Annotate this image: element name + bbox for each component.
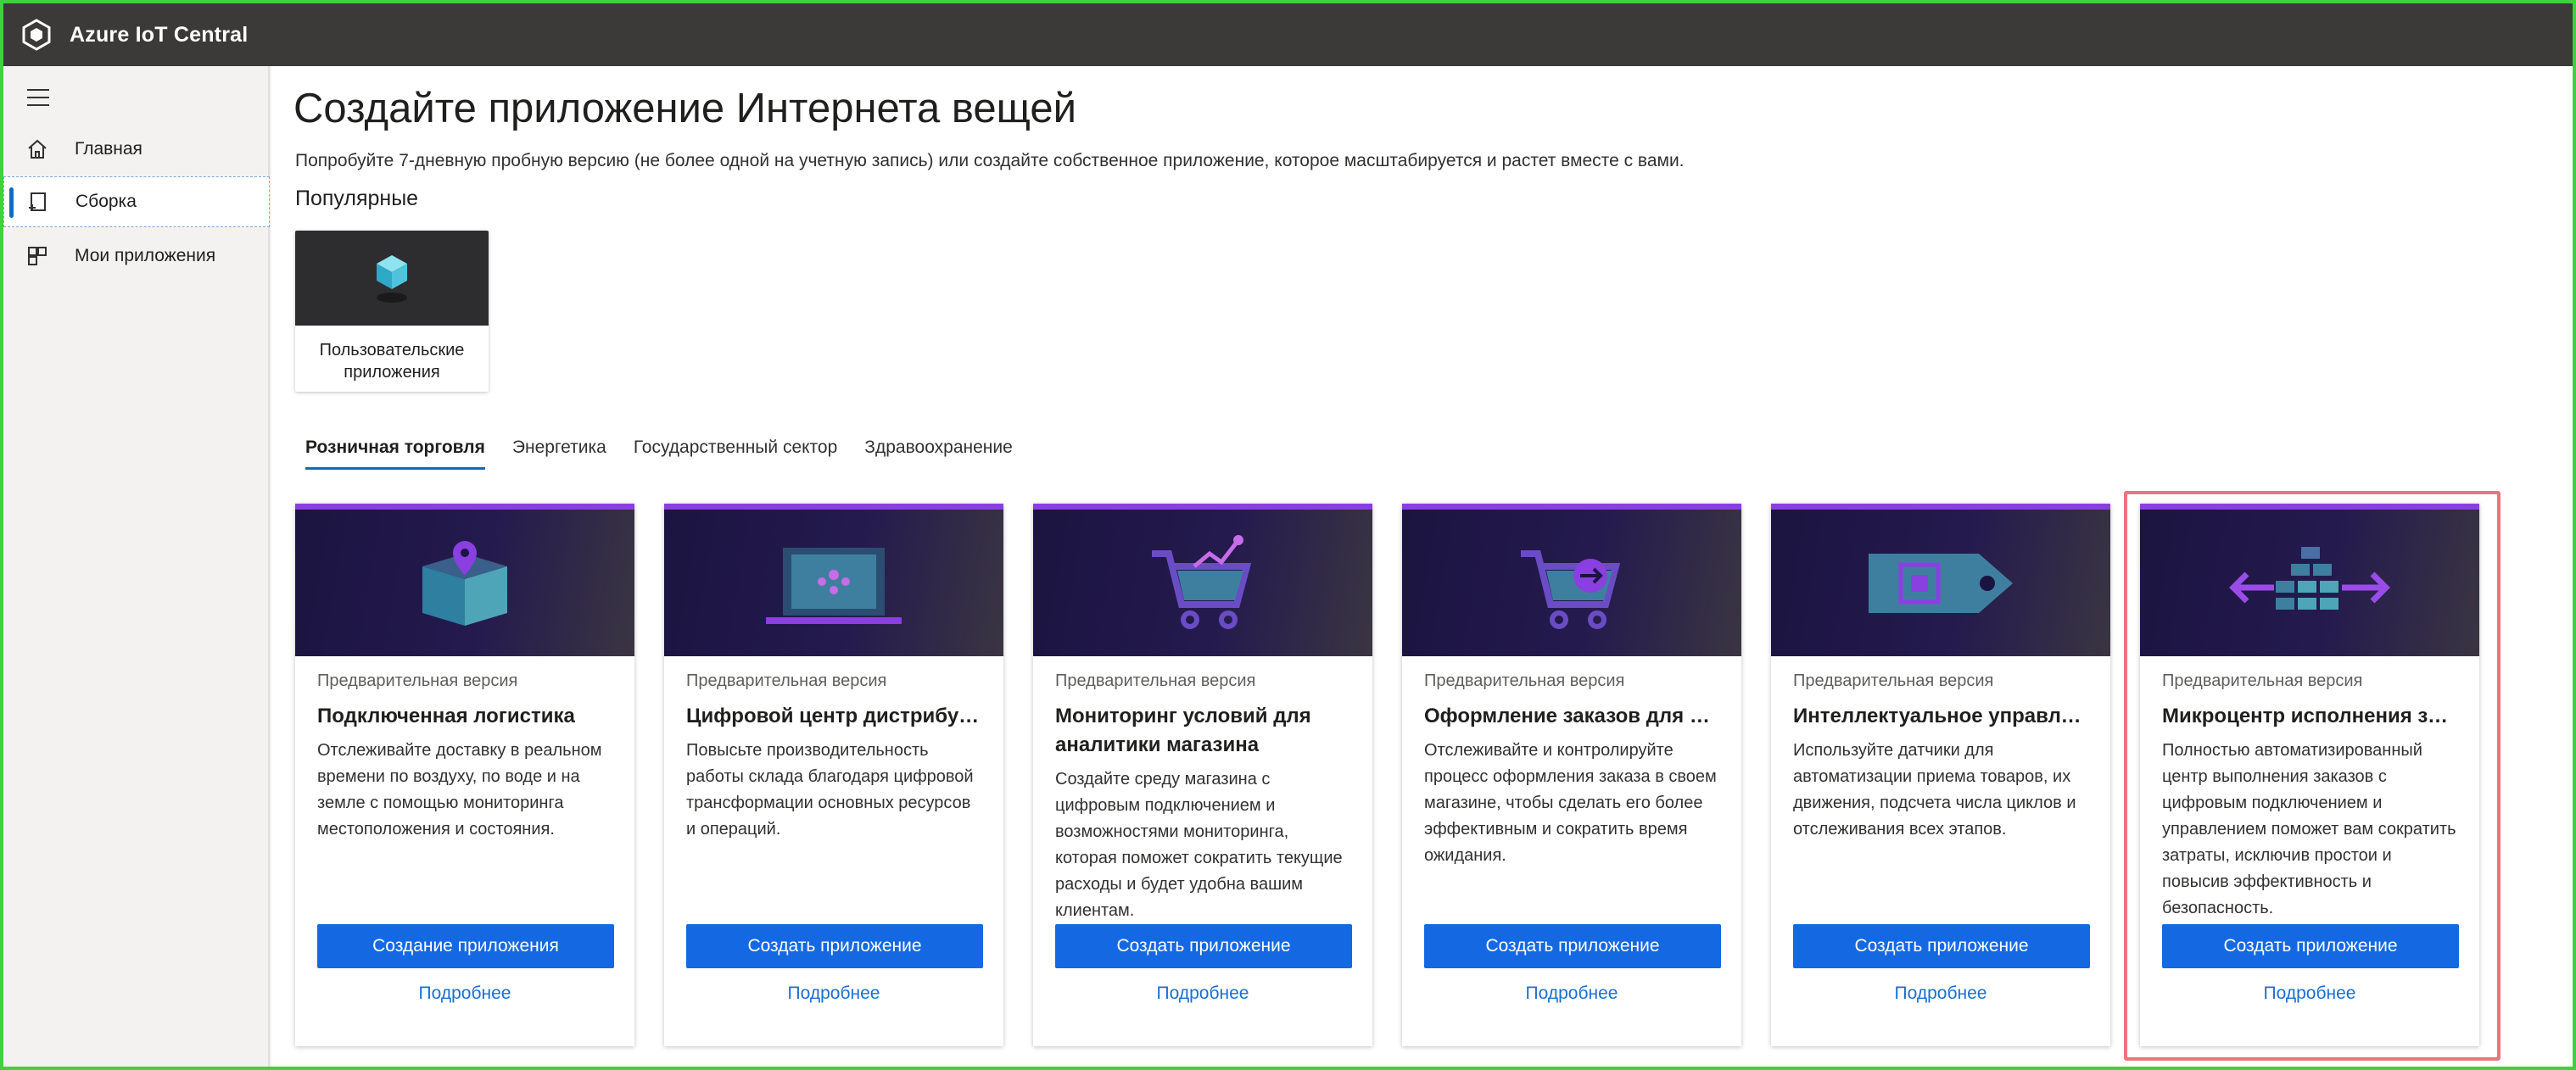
page-title: Создайте приложение Интернета вещей — [293, 86, 1077, 131]
tab-healthcare[interactable]: Здравоохранение — [864, 437, 1012, 470]
template-card-smart-inventory: Предварительная версия Интеллектуальное … — [1771, 504, 2110, 1046]
card-description: Создайте среду магазина с цифровым подкл… — [1055, 770, 1343, 920]
shopping-cart-chart-icon — [1033, 504, 1372, 656]
card-title: Интеллектуальное управлен... — [1793, 705, 2090, 727]
template-card-store-analytics: Предварительная версия Мониторинг услови… — [1033, 504, 1372, 1046]
learn-more-link[interactable]: Подробнее — [1402, 984, 1741, 1004]
home-icon — [24, 136, 51, 163]
preview-badge: Предварительная версия — [2162, 672, 2363, 690]
iot-central-logo-icon[interactable] — [19, 17, 54, 53]
learn-more-link[interactable]: Подробнее — [295, 984, 634, 1004]
card-description: Повысьте производительность работы склад… — [686, 741, 974, 839]
main-content: Создайте приложение Интернета вещей Попр… — [271, 66, 2573, 1067]
card-title: Микроцентр исполнения зак... — [2162, 705, 2459, 727]
card-description: Используйте датчики для автоматизации пр… — [1793, 741, 2076, 839]
template-card-micro-fulfillment: Предварительная версия Микроцентр исполн… — [2140, 504, 2479, 1046]
create-app-button[interactable]: Создать приложение — [686, 924, 983, 968]
create-app-button[interactable]: Создать приложение — [1424, 924, 1721, 968]
card-title: Цифровой центр дистрибуции — [686, 705, 983, 727]
apps-icon — [24, 242, 51, 270]
page-subtitle: Попробуйте 7-дневную пробную версию (не … — [295, 151, 1685, 170]
preview-badge: Предварительная версия — [1424, 672, 1625, 690]
custom-app-card[interactable]: Пользовательские приложения — [295, 231, 489, 392]
learn-more-link[interactable]: Подробнее — [664, 984, 1003, 1004]
sidebar-item-label: Мои приложения — [75, 246, 216, 265]
card-description: Отслеживайте доставку в реальном времени… — [317, 741, 602, 839]
fulfillment-arrows-icon — [2140, 504, 2479, 656]
card-title: Мониторинг условий для аналитики магазин… — [1055, 705, 1311, 756]
preview-badge: Предварительная версия — [686, 672, 887, 690]
shopping-cart-arrow-icon — [1402, 504, 1741, 656]
popular-heading: Популярные — [295, 187, 419, 210]
rfid-tag-icon — [1771, 504, 2110, 656]
card-description: Полностью автоматизированный центр выпол… — [2162, 741, 2456, 917]
hamburger-menu-icon[interactable] — [24, 85, 53, 110]
preview-badge: Предварительная версия — [1793, 672, 1994, 690]
preview-badge: Предварительная версия — [317, 672, 518, 690]
template-card-connected-logistics: Предварительная версия Подключенная логи… — [295, 504, 634, 1046]
app-window: Azure IoT Central Главная Сборка Мои при… — [0, 0, 2576, 1070]
cube-icon — [295, 231, 489, 326]
card-title: Оформление заказов для ан... — [1424, 705, 1721, 727]
create-app-button[interactable]: Создать приложение — [1055, 924, 1352, 968]
tab-retail[interactable]: Розничная торговля — [305, 437, 485, 470]
create-app-button[interactable]: Создать приложение — [2162, 924, 2459, 968]
sidebar-item-home[interactable]: Главная — [3, 124, 270, 175]
tab-energy[interactable]: Энергетика — [512, 437, 606, 470]
preview-badge: Предварительная версия — [1055, 672, 1256, 690]
sidebar: Главная Сборка Мои приложения — [3, 66, 270, 1067]
template-card-checkout: Предварительная версия Оформление заказо… — [1402, 504, 1741, 1046]
learn-more-link[interactable]: Подробнее — [2140, 984, 2479, 1004]
laptop-icon — [664, 504, 1003, 656]
sidebar-item-my-apps[interactable]: Мои приложения — [3, 231, 270, 281]
sidebar-item-build[interactable]: Сборка — [3, 176, 270, 227]
card-description: Отслеживайте и контролируйте процесс офо… — [1424, 741, 1717, 865]
custom-app-label: Пользовательские приложения — [319, 341, 465, 382]
sidebar-item-label: Главная — [75, 139, 142, 159]
learn-more-link[interactable]: Подробнее — [1771, 984, 2110, 1004]
template-card-digital-distribution: Предварительная версия Цифровой центр ди… — [664, 504, 1003, 1046]
create-app-button[interactable]: Создание приложения — [317, 924, 614, 968]
create-app-button[interactable]: Создать приложение — [1793, 924, 2090, 968]
app-title: Azure IoT Central — [70, 22, 249, 47]
build-icon — [25, 188, 52, 215]
card-title: Подключенная логистика — [317, 705, 575, 727]
learn-more-link[interactable]: Подробнее — [1033, 984, 1372, 1004]
tab-government[interactable]: Государственный сектор — [634, 437, 837, 470]
industry-tabs: Розничная торговля Энергетика Государств… — [305, 437, 1013, 470]
logistics-box-icon — [295, 504, 634, 656]
template-cards: Предварительная версия Подключенная логи… — [295, 504, 2534, 1046]
sidebar-item-label: Сборка — [75, 192, 137, 211]
top-bar: Azure IoT Central — [3, 3, 2573, 66]
